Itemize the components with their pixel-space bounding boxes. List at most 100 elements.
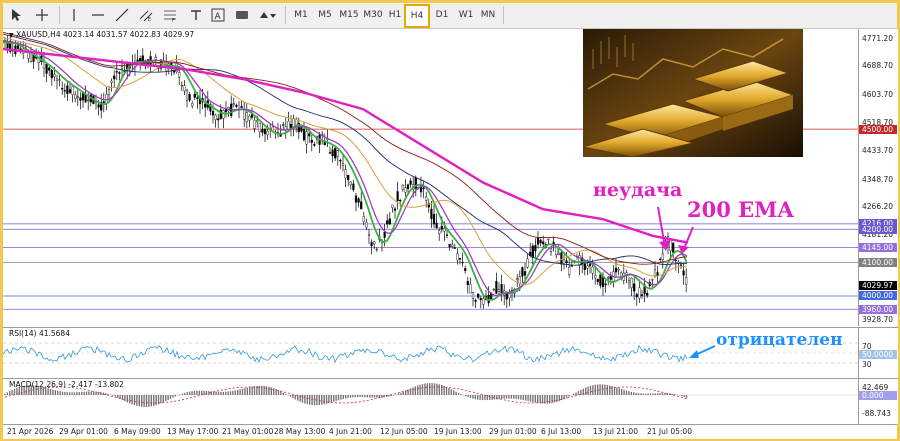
macd-bar [515, 395, 517, 399]
vertical-line-icon[interactable] [67, 5, 81, 25]
candle-body [193, 93, 196, 98]
text-label-icon[interactable]: A [209, 5, 227, 25]
candle-body [614, 267, 618, 273]
timeframe-m1[interactable]: M1 [290, 7, 312, 23]
macd-bar [505, 395, 508, 399]
timeframe-d1[interactable]: D1 [431, 7, 453, 23]
rsi-pane[interactable]: RSI(14) 41.5684 отрицателен [3, 327, 858, 378]
trendline-icon[interactable] [113, 5, 131, 25]
macd-bar [637, 393, 640, 395]
price-label: 4433.70 [862, 146, 894, 156]
macd-bar [11, 389, 13, 395]
macd-bar [306, 395, 308, 405]
price-pane[interactable]: ▼ XAUUSD,H4 4023.14 4031.57 4022.83 4029… [3, 29, 858, 326]
candle-body [474, 300, 477, 302]
candle-body [399, 199, 402, 202]
candle-body [443, 227, 446, 232]
timeframe-h4[interactable]: H4 [404, 4, 430, 28]
macd-bar [388, 395, 390, 397]
macd-pane[interactable]: MACD(12,26,9) -2.417 -13.802 [3, 378, 858, 424]
macd-bar [61, 391, 64, 395]
timeframe-m30[interactable]: M30 [362, 7, 384, 23]
macd-bar [621, 389, 623, 395]
macd-bar [191, 391, 193, 395]
macd-bar [534, 395, 536, 403]
candle-body [471, 292, 475, 299]
macd-bar [431, 383, 433, 395]
macd-bar [381, 395, 383, 398]
price-scale[interactable]: 4771.20 4688.70 4603.70 4518.70 4433.70 4348.… [858, 29, 898, 326]
candle-body [289, 124, 293, 128]
time-label: 21 May 01:00 [222, 427, 274, 436]
macd-bar [6, 392, 8, 395]
macd-bar [153, 395, 155, 406]
horizontal-line-icon[interactable] [89, 5, 107, 25]
toolbar-divider [285, 6, 286, 24]
macd-bar [277, 390, 280, 395]
macd-bar [498, 395, 500, 400]
fibonacci-icon[interactable]: F [161, 5, 179, 25]
timeframe-m5[interactable]: M5 [314, 7, 336, 23]
macd-bar [330, 395, 332, 403]
macd-bar [587, 386, 589, 395]
price-label: 3928.70 [862, 314, 894, 324]
channel-icon[interactable]: E [137, 5, 155, 25]
macd-bar [443, 385, 445, 395]
macd-bar [9, 391, 11, 395]
timeframe-w1[interactable]: W1 [455, 7, 477, 23]
macd-bar [126, 395, 128, 403]
candle-body [518, 276, 521, 284]
candle-body [253, 119, 256, 129]
candle-body [482, 298, 485, 305]
macd-bar [611, 386, 613, 395]
cursor-icon[interactable] [7, 5, 25, 25]
macd-bar [217, 391, 220, 395]
candle-body [102, 101, 105, 103]
candle-body [183, 85, 186, 92]
macd-bar [424, 383, 426, 395]
macd-bar [529, 395, 532, 402]
candle-body [79, 97, 82, 101]
candle-body [461, 261, 464, 264]
rsi-scale[interactable]: 70 50.0000 30 [858, 327, 898, 378]
macd-bar [73, 392, 76, 395]
macd-bar [503, 395, 505, 399]
macd-bar [553, 395, 556, 403]
timeframe-mn[interactable]: MN [477, 7, 499, 23]
candle-body [604, 283, 607, 286]
timeframe-h1[interactable]: H1 [384, 7, 406, 23]
macd-bar [616, 387, 618, 395]
candle-body [453, 247, 456, 249]
macd-bar [359, 395, 361, 398]
candle-body [549, 248, 553, 253]
candle-body [55, 78, 59, 81]
time-axis: 21 Apr 2026 29 Apr 01:00 6 May 09:00 13 May… [3, 424, 897, 439]
candle-body [50, 69, 53, 79]
macd-bar [573, 393, 575, 395]
rectangle-icon[interactable] [233, 5, 251, 25]
crosshair-icon[interactable] [33, 5, 51, 25]
macd-bar [301, 395, 304, 403]
macd-bar [263, 385, 265, 395]
macd-scale[interactable]: 42.469 0.000 -88.743 [858, 378, 898, 424]
timeframe-m15[interactable]: M15 [338, 7, 360, 23]
candle-body [640, 294, 644, 296]
candle-body [391, 204, 394, 208]
candle-body [45, 63, 48, 74]
candle-body [388, 218, 391, 225]
macd-bar [232, 390, 234, 395]
svg-text:A: A [215, 12, 222, 22]
macd-bar [556, 395, 558, 402]
candle-body [261, 128, 264, 133]
macd-bar [645, 393, 647, 395]
macd-bar [244, 388, 246, 395]
arrows-icon[interactable] [257, 5, 279, 25]
text-tool-icon[interactable] [187, 5, 205, 25]
candle-body [523, 271, 527, 276]
candle-body [521, 267, 524, 277]
candle-body [305, 131, 308, 145]
macd-bar [285, 394, 287, 395]
chart-window: ▼ XAUUSD,H4 4023.14 4031.57 4022.83 4029… [3, 29, 898, 439]
candle-body [633, 283, 636, 292]
collapse-triangle-icon[interactable]: ▼ [9, 32, 14, 39]
